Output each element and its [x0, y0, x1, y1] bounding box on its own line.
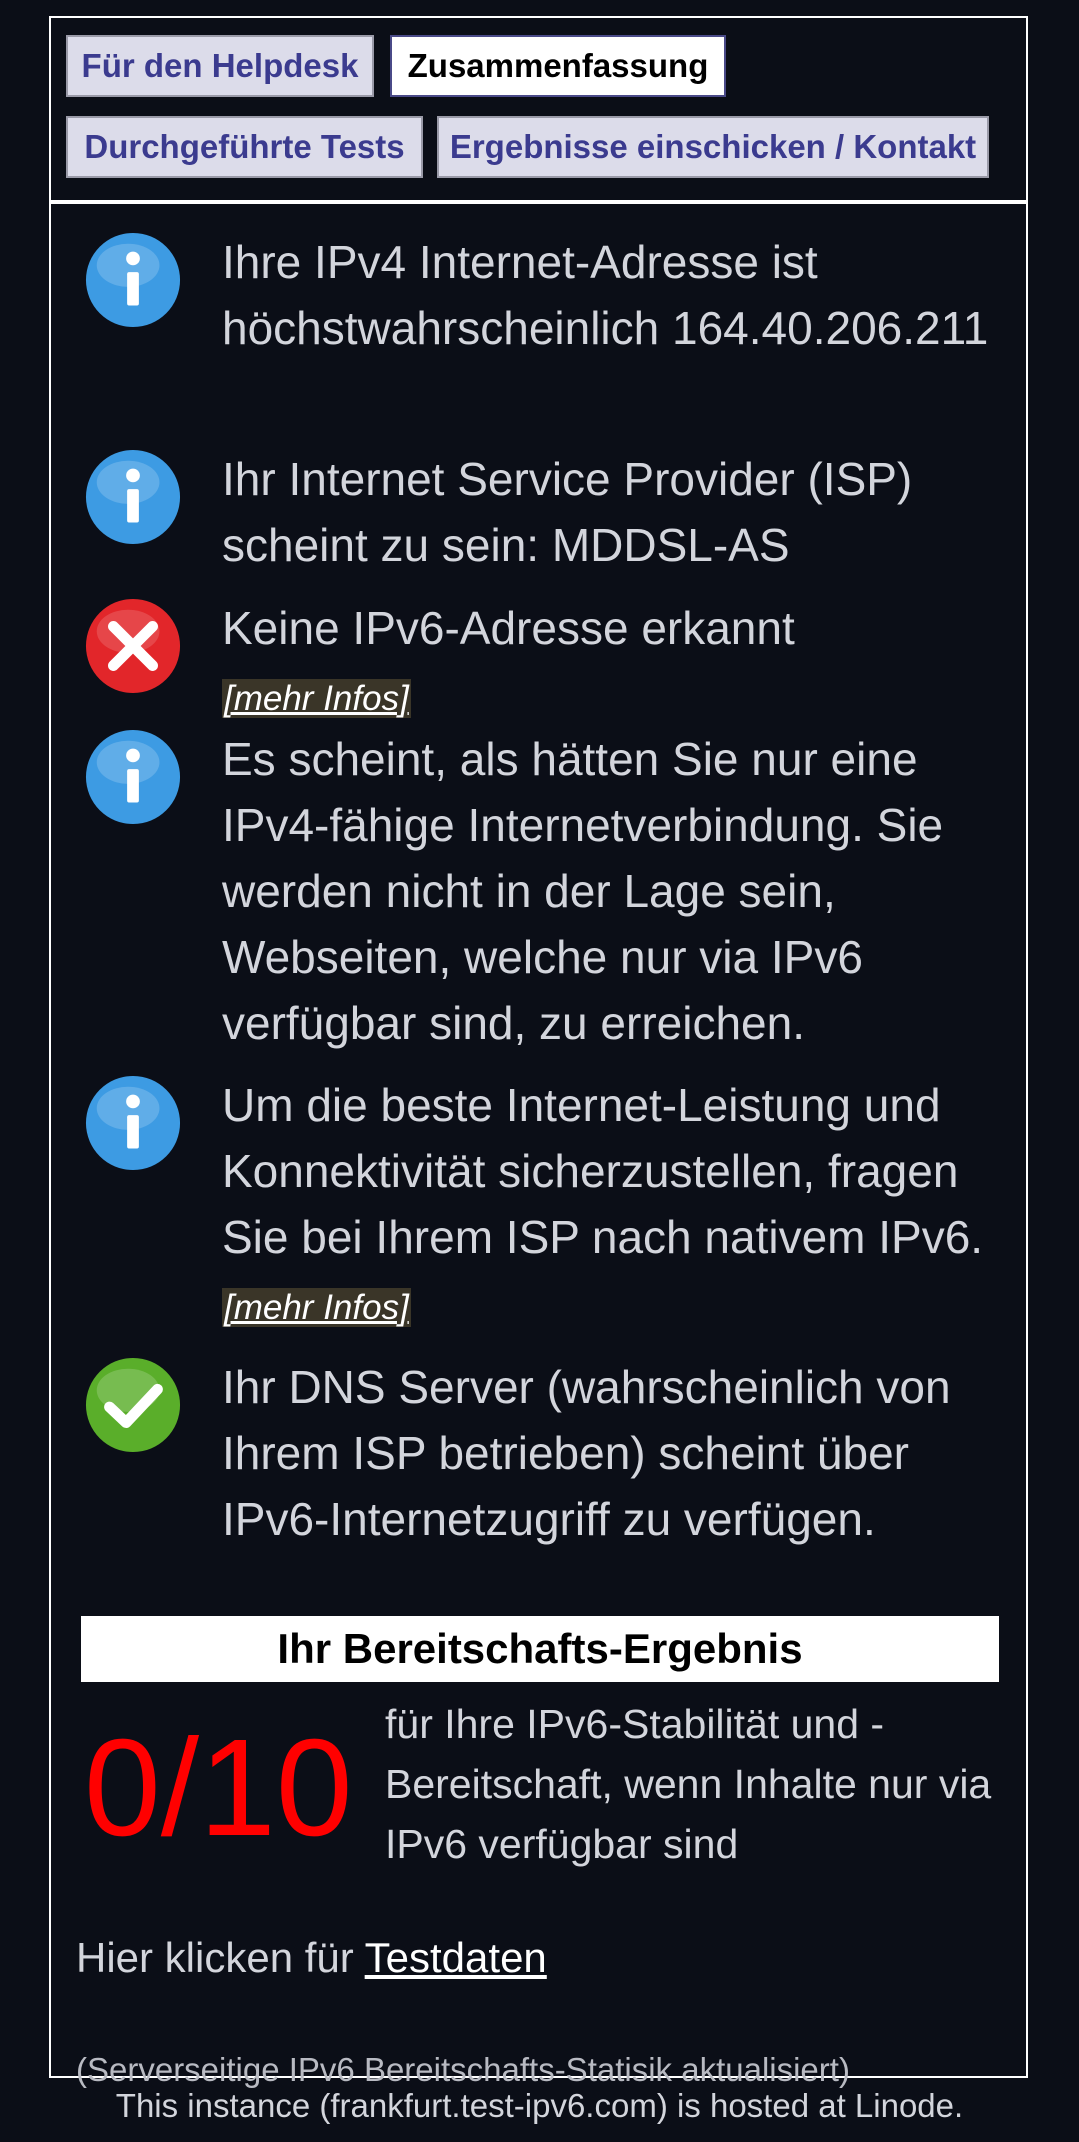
check-icon [84, 1356, 182, 1454]
dns-text: Ihr DNS Server (wahrscheinlich von Ihrem… [222, 1361, 951, 1545]
testdata-link[interactable]: Testdaten [365, 1934, 547, 1981]
ask-isp-text: Um die beste Internet-Leistung und Konne… [222, 1072, 1012, 1336]
isp-text: Ihr Internet Service Provider (ISP) sche… [222, 453, 913, 571]
result-no-ipv6: Keine IPv6-Adresse erkannt [mehr Infos] [51, 583, 1026, 718]
more-info-link[interactable]: [mehr Infos] [222, 1288, 411, 1327]
result-dns: Ihr DNS Server (wahrscheinlich von Ihrem… [51, 1344, 1026, 1614]
readiness-description: für Ihre IPv6-Stabilität und -Bereitscha… [385, 1701, 992, 1867]
ipv4-address-text: Ihre IPv4 Internet-Adresse ist höchstwah… [222, 236, 989, 354]
result-ask-isp: Um die beste Internet-Leistung und Konne… [51, 1064, 1026, 1344]
tab-bar: Für den Helpdesk Zusammenfassung Durchge… [51, 18, 1026, 200]
more-info-link[interactable]: [mehr Infos] [222, 679, 411, 718]
tab-summary[interactable]: Zusammenfassung [390, 35, 726, 97]
no-ipv6-label: Keine IPv6-Adresse erkannt [222, 602, 795, 654]
info-icon [84, 1074, 182, 1172]
result-ipv4-only: Es scheint, als hätten Sie nur eine IPv4… [51, 718, 1026, 1063]
tab-divider [51, 200, 1026, 204]
readiness-score: 0/10 [84, 1711, 353, 1865]
hosting-footer: This instance (frankfurt.test-ipv6.com) … [115, 2087, 964, 2124]
tab-helpdesk[interactable]: Für den Helpdesk [66, 35, 374, 97]
info-icon [84, 231, 182, 329]
result-isp: Ihr Internet Service Provider (ISP) sche… [51, 430, 1026, 571]
testdata-line: Hier klicken für Testdaten [76, 1928, 547, 1988]
testdata-prefix: Hier klicken für [76, 1934, 365, 1981]
tab-submit-contact[interactable]: Ergebnisse einschicken / Kontakt [437, 116, 989, 178]
no-ipv6-text: Keine IPv6-Adresse erkannt [mehr Infos] [222, 595, 1012, 727]
result-ipv4: Ihre IPv4 Internet-Adresse ist höchstwah… [51, 213, 1026, 423]
info-icon [84, 728, 182, 826]
info-icon [84, 448, 182, 546]
results-panel: Für den Helpdesk Zusammenfassung Durchge… [49, 16, 1028, 2088]
ask-isp-label: Um die beste Internet-Leistung und Konne… [222, 1079, 984, 1263]
error-x-icon [84, 597, 182, 695]
ipv4-only-text: Es scheint, als hätten Sie nur eine IPv4… [222, 733, 944, 1049]
tab-tests[interactable]: Durchgeführte Tests [66, 116, 423, 178]
readiness-heading: Ihr Bereitschafts-Ergebnis [81, 1616, 999, 1682]
